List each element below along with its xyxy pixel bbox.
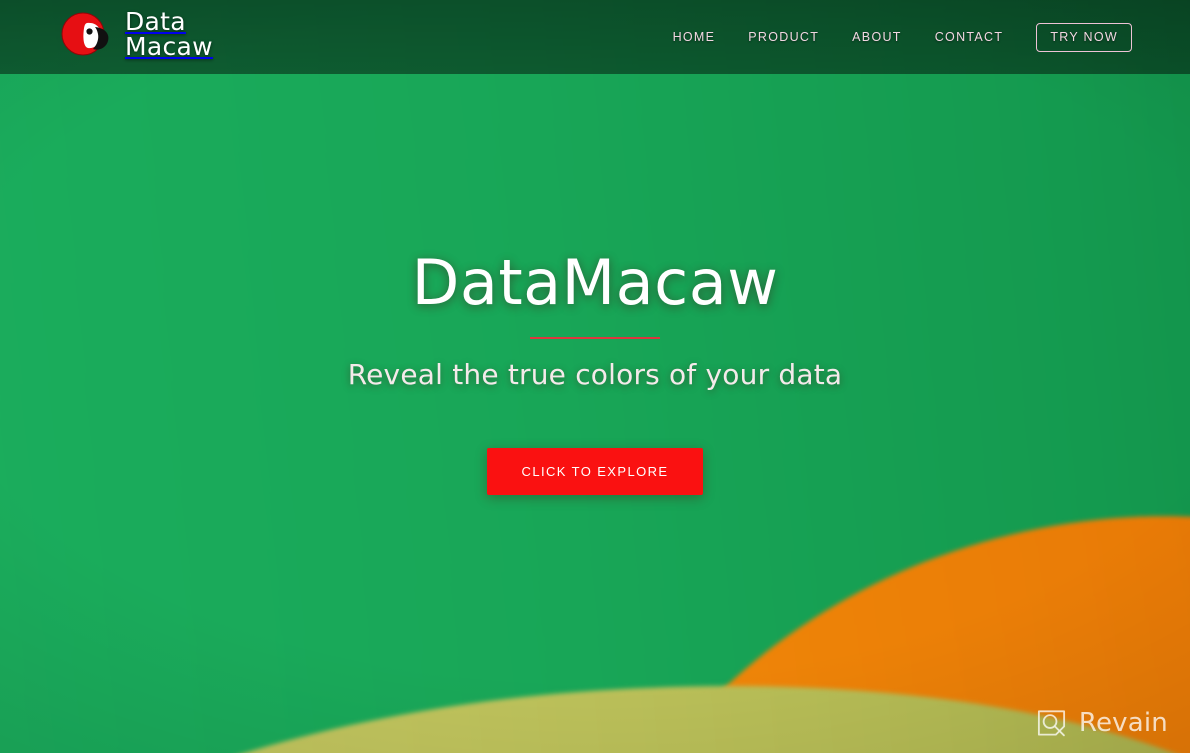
nav-item-contact[interactable]: CONTACT (935, 30, 1004, 44)
site-logo-text: Data Macaw (125, 9, 213, 59)
logo-line-2: Macaw (125, 32, 213, 61)
page-root: Data Macaw HOME PRODUCT ABOUT CONTACT TR… (0, 0, 1190, 753)
nav-item-home[interactable]: HOME (673, 30, 716, 44)
site-header: Data Macaw HOME PRODUCT ABOUT CONTACT TR… (0, 0, 1190, 74)
nav-item-about[interactable]: ABOUT (852, 30, 902, 44)
hero-title: DataMacaw (411, 246, 779, 319)
nav-item-product[interactable]: PRODUCT (748, 30, 819, 44)
revain-watermark: Revain (1035, 706, 1168, 739)
hero-content: DataMacaw Reveal the true colors of your… (0, 74, 1190, 495)
main-navigation: HOME PRODUCT ABOUT CONTACT TRY NOW (673, 0, 1132, 74)
macaw-parrot-icon (58, 6, 114, 62)
click-to-explore-button[interactable]: CLICK TO EXPLORE (486, 448, 704, 495)
try-now-button[interactable]: TRY NOW (1036, 22, 1132, 52)
hero-subtitle: Reveal the true colors of your data (347, 358, 843, 391)
revain-logo-icon (1035, 706, 1068, 739)
hero-divider (530, 337, 660, 339)
revain-watermark-text: Revain (1078, 707, 1168, 738)
site-logo[interactable]: Data Macaw (58, 6, 213, 62)
